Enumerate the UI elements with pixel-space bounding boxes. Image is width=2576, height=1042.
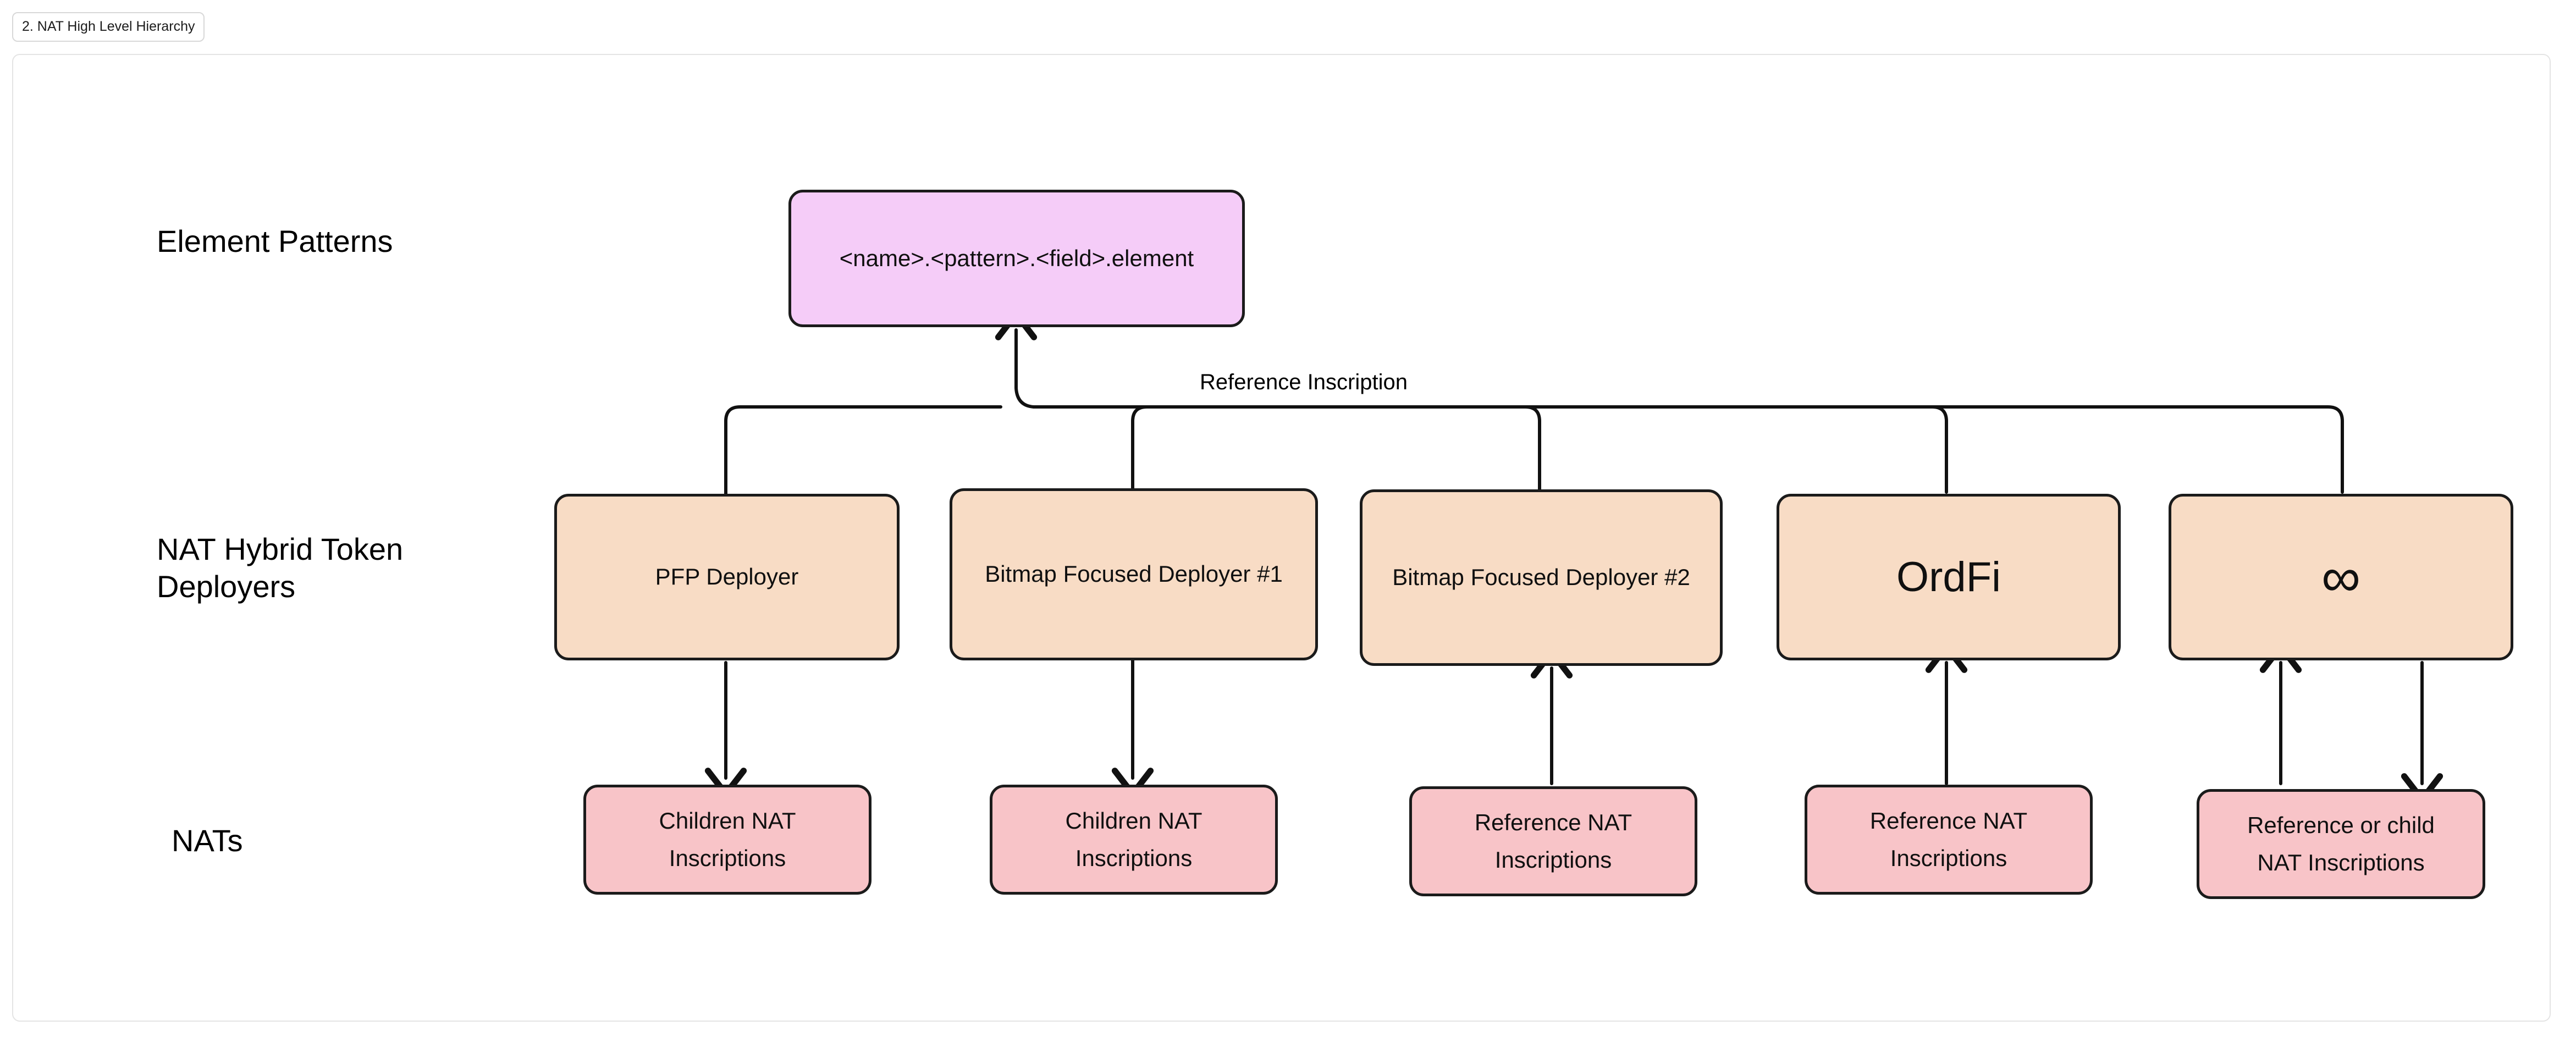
row-label-element-patterns: Element Patterns: [157, 224, 393, 258]
edge-bus-to-pattern-node: [995, 311, 1038, 409]
node-ordfi-deployer[interactable]: OrdFi: [1777, 494, 2121, 660]
node-reference-nat-inscriptions-1-label: Reference NAT Inscriptions: [1474, 809, 1632, 873]
edge-infinity-to-pattern: [1032, 405, 2344, 494]
node-bitmap-focused-deployer-2-label: Bitmap Focused Deployer #2: [1392, 564, 1690, 591]
node-pfp-deployer-label: PFP Deployer: [655, 564, 799, 590]
node-reference-or-child-nat-inscriptions[interactable]: Reference or child NAT Inscriptions: [2197, 789, 2485, 899]
row-label-nats: NATs: [172, 823, 243, 858]
deployer-to-nat-edges: [704, 643, 2443, 803]
node-bitmap-focused-deployer-1-label: Bitmap Focused Deployer #1: [985, 561, 1283, 587]
row-label-nat-hybrid-token-deployers: NAT Hybrid Token Deployers: [157, 532, 404, 604]
node-children-nat-inscriptions-2[interactable]: Children NAT Inscriptions: [990, 785, 1278, 895]
node-bitmap-focused-deployer-1[interactable]: Bitmap Focused Deployer #1: [950, 488, 1318, 660]
node-element-pattern-label: <name>.<pattern>.<field>.element: [839, 245, 1194, 271]
deployer-to-pattern-edges: [724, 311, 2344, 499]
edge-bitmap1-to-pattern: [1032, 405, 1149, 494]
node-element-pattern[interactable]: <name>.<pattern>.<field>.element: [788, 190, 1245, 327]
node-reference-or-child-nat-inscriptions-label: Reference or child NAT Inscriptions: [2247, 812, 2435, 875]
edge-pfp-to-pattern: [724, 405, 1002, 499]
node-reference-nat-inscriptions-1[interactable]: Reference NAT Inscriptions: [1409, 786, 1697, 896]
node-pfp-deployer[interactable]: PFP Deployer: [554, 494, 900, 660]
node-children-nat-inscriptions-1-label: Children NAT Inscriptions: [659, 807, 796, 871]
node-ordfi-deployer-label: OrdFi: [1896, 553, 2001, 600]
edge-label-reference-inscription: Reference Inscription: [1194, 370, 1413, 394]
node-reference-nat-inscriptions-2[interactable]: Reference NAT Inscriptions: [1805, 785, 2093, 895]
diagram-page: 2. NAT High Level Hierarchy Element Patt…: [0, 0, 2576, 1042]
infinity-icon: ∞: [2321, 546, 2361, 608]
node-reference-nat-inscriptions-2-label: Reference NAT Inscriptions: [1869, 807, 2028, 871]
node-infinity-deployer[interactable]: ∞: [2169, 494, 2513, 660]
node-children-nat-inscriptions-2-label: Children NAT Inscriptions: [1065, 807, 1202, 871]
node-children-nat-inscriptions-1[interactable]: Children NAT Inscriptions: [583, 785, 871, 895]
node-bitmap-focused-deployer-2[interactable]: Bitmap Focused Deployer #2: [1360, 489, 1723, 666]
diagram-content: Element Patterns NAT Hybrid Token Deploy…: [0, 0, 2576, 1042]
edge-bitmap2-to-pattern: [1032, 405, 1541, 494]
edge-ordfi-to-pattern: [1032, 405, 1948, 494]
